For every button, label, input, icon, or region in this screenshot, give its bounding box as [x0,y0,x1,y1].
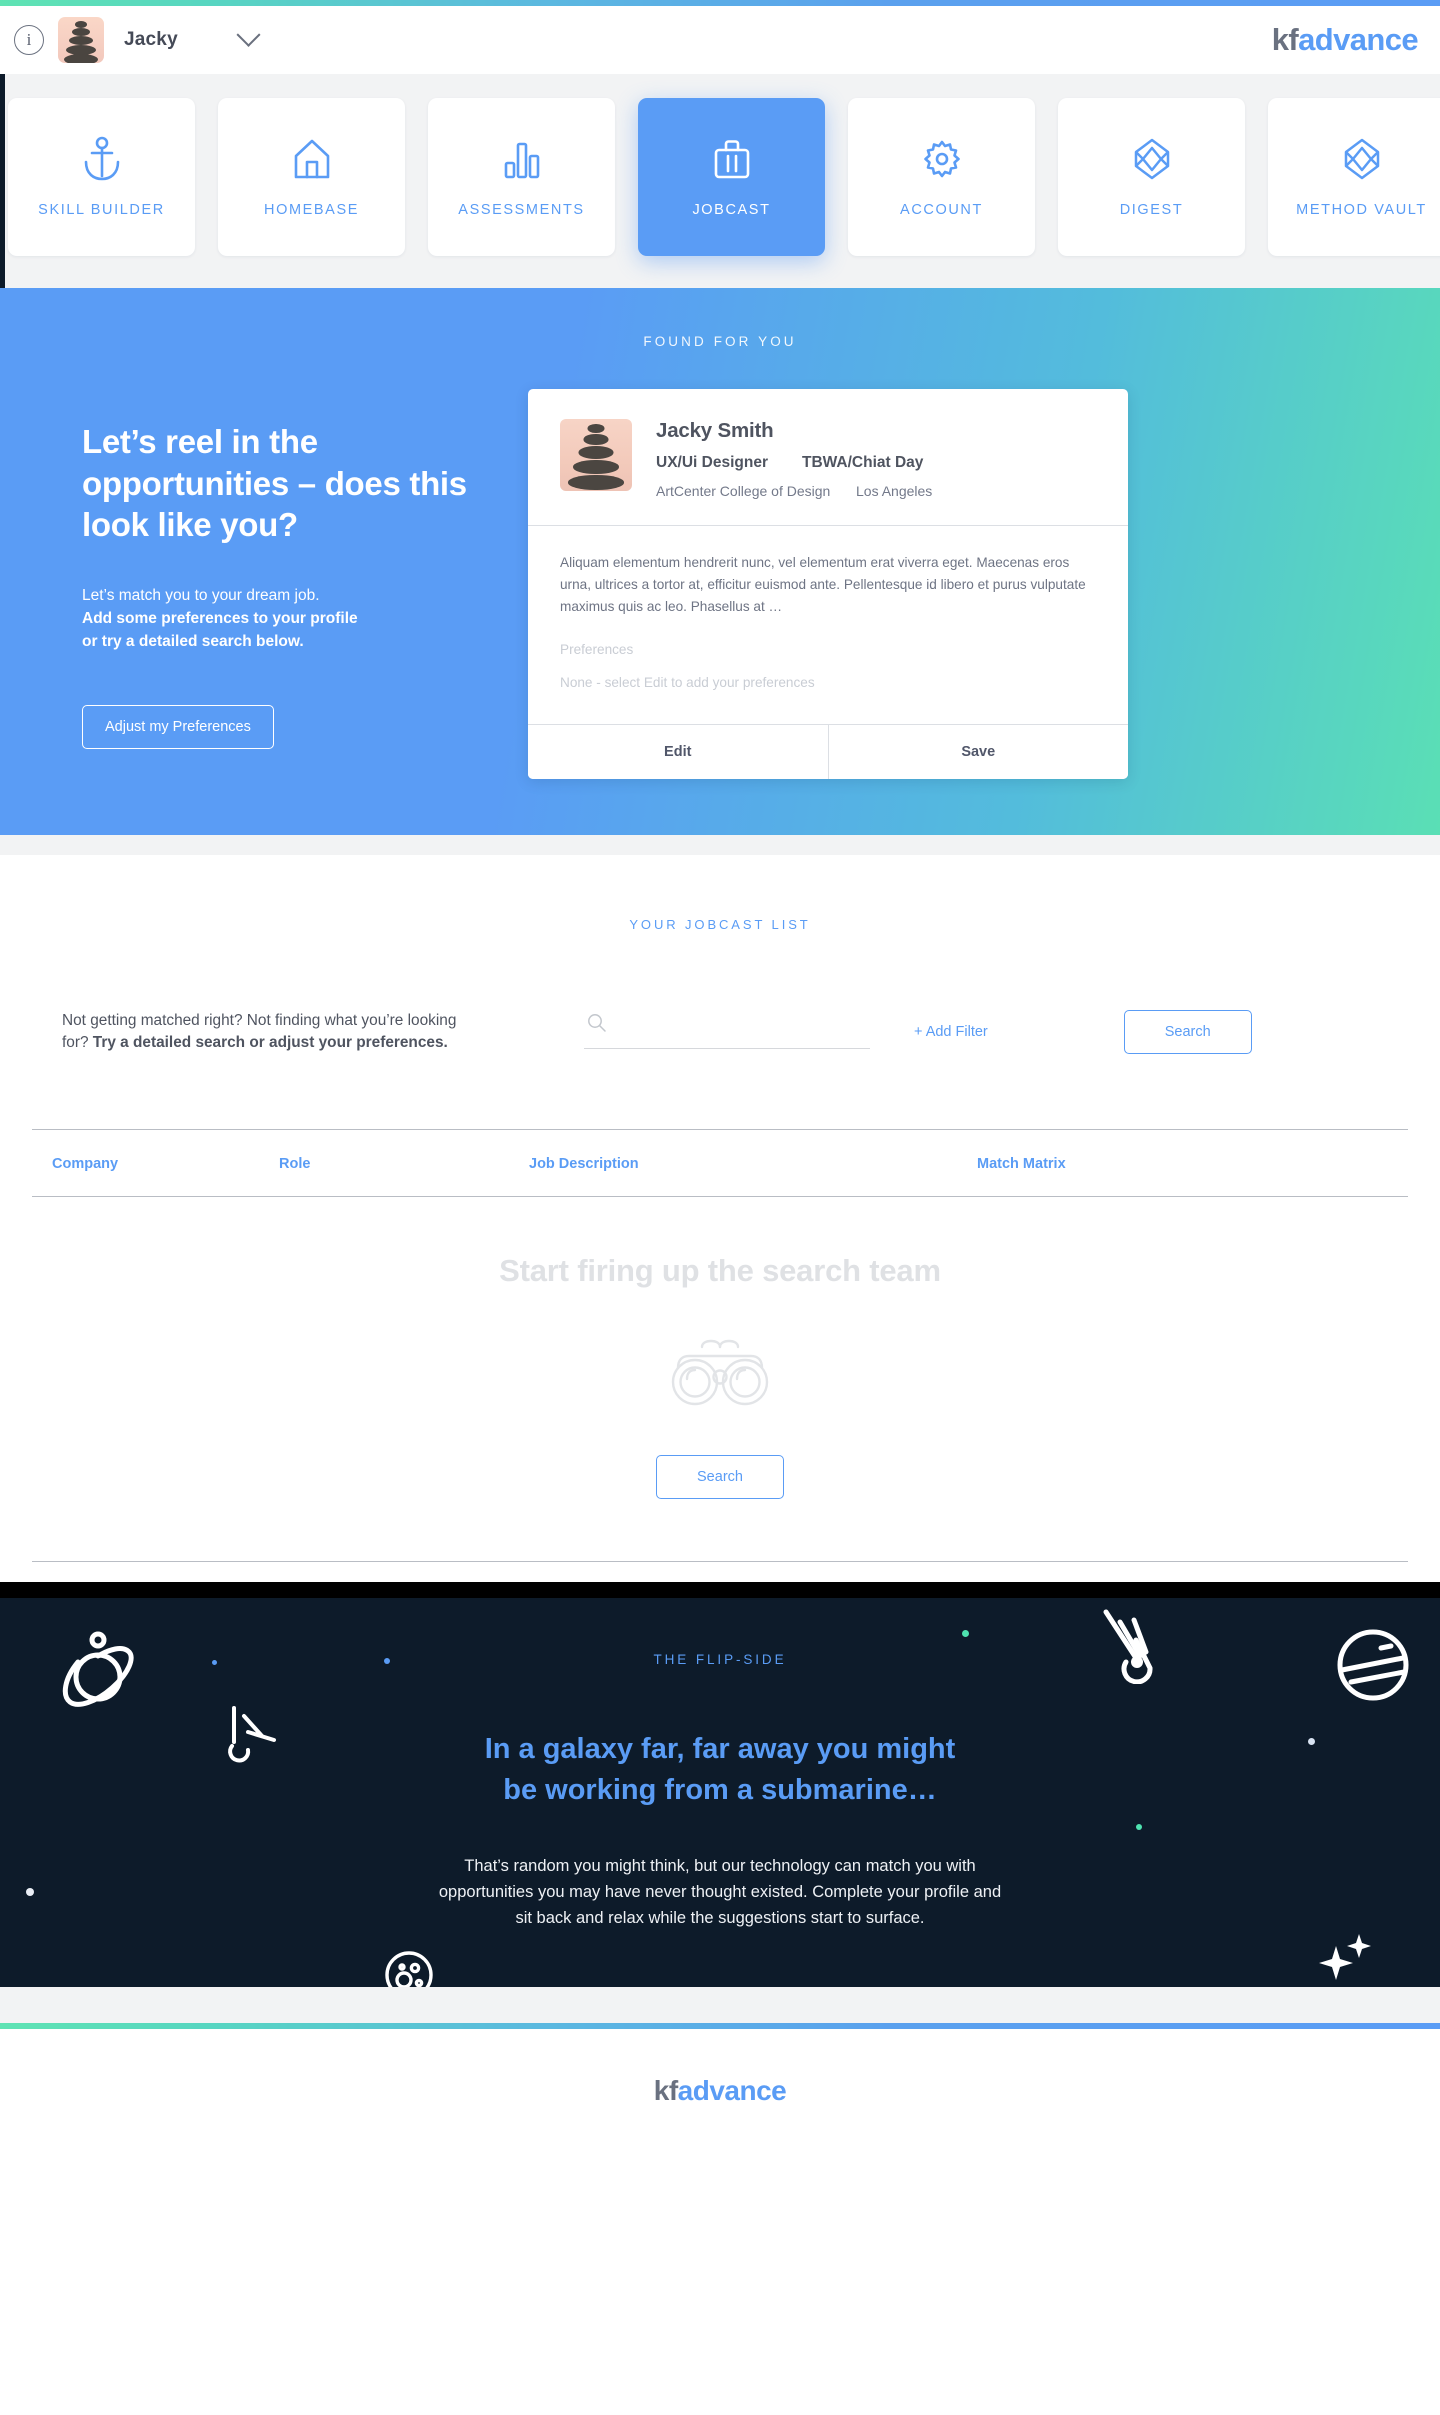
striped-planet-icon-2 [1334,1626,1412,1709]
footer-spacer [0,1987,1440,2024]
hero-sub-line3: or try a detailed search below. [82,633,304,651]
anchor-icon [80,136,124,182]
nav-tab-label: ACCOUNT [900,202,983,218]
jobcast-table: Company Role Job Description Match Matri… [0,1128,1440,1499]
home-icon [290,136,334,182]
nav-tab-method-vault[interactable]: METHOD VAULT [1268,98,1440,256]
empty-state-title: Start firing up the search team [499,1252,941,1288]
page-root: i Jacky kfadvance SKILL BUILDER HOMEBASE… [0,0,1440,2166]
preferences-label: Preferences [560,642,634,658]
nav-tab-jobcast[interactable]: JOBCAST [638,98,825,256]
flipside-title-line2: be working from a submarine… [503,1774,937,1807]
jobcast-eyebrow: YOUR JOBCAST LIST [629,917,811,933]
footer-brand-logo[interactable]: kfadvance [0,2075,1440,2107]
hero-title: Let’s reel in the opportunities – does t… [82,423,467,544]
column-header-job-description[interactable]: Job Description [529,1156,977,1172]
search-button[interactable]: Search [1123,1010,1252,1055]
column-header-company[interactable]: Company [52,1156,279,1172]
table-header-row: Company Role Job Description Match Matri… [32,1130,1408,1196]
footer-brand-prefix: kf [653,2075,678,2107]
flipside-eyebrow: THE FLIP-SIDE [653,1651,787,1667]
black-divider-band [0,1581,1440,1598]
user-name: Jacky [124,29,178,50]
flipside-section: THE FLIP-SIDE In a galaxy far, far away … [0,1597,1440,1988]
search-blurb-bold: Try a detailed search or adjust your pre… [92,1034,448,1052]
profile-bio: Aliquam elementum hendrerit nunc, vel el… [560,555,1086,615]
moon-icon [380,1946,438,1988]
nav-tab-label: ASSESSMENTS [458,202,585,218]
adjust-preferences-button[interactable]: Adjust my Preferences [82,705,274,750]
search-field [584,1013,870,1049]
nav-tab-label: SKILL BUILDER [38,202,165,218]
column-header-match-matrix[interactable]: Match Matrix [977,1156,1066,1172]
flipside-body: That’s random you might think, but our t… [438,1857,1002,1927]
profile-company: TBWA/Chiat Day [802,454,924,471]
diamond-cube-icon [1130,136,1174,182]
add-filter-button[interactable]: + Add Filter [914,1024,988,1040]
search-icon [586,1012,608,1039]
nav-tab-label: HOMEBASE [264,202,359,218]
gear-icon [920,136,964,182]
nav-tab-homebase[interactable]: HOMEBASE [218,98,405,256]
nav-tab-digest[interactable]: DIGEST [1058,98,1245,256]
save-button[interactable]: Save [827,725,1128,780]
nav-tab-label: DIGEST [1119,202,1184,218]
preferences-value: None - select Edit to add your preferenc… [560,675,815,691]
brand-logo[interactable]: kfadvance [1271,22,1419,58]
briefcase-icon [710,136,754,182]
profile-name: Jacky Smith [656,419,774,442]
profile-card: Jacky Smith UX/Ui Designer TBWA/Chiat Da… [528,389,1128,780]
hero-eyebrow: FOUND FOR YOU [643,334,797,349]
empty-state-search-button[interactable]: Search [656,1454,784,1499]
profile-role: UX/Ui Designer [656,454,768,471]
hero-banner: FOUND FOR YOU Let’s reel in the opportun… [0,288,1440,836]
sparkle-stars-icon [1318,1932,1376,1988]
diamond-cube-icon [1340,136,1384,182]
hero-sub-line2: Add some preferences to your profile [82,609,358,627]
table-bottom-rule [32,1560,1408,1562]
chevron-down-icon[interactable] [236,22,261,47]
edit-button[interactable]: Edit [528,725,828,780]
brand-prefix: kf [1271,22,1299,57]
binoculars-icon [32,1335,1408,1411]
bar-chart-icon [500,136,544,182]
flipside-title: In a galaxy far, far away you might be w… [0,1729,1440,1813]
main-nav: SKILL BUILDER HOMEBASE ASSESSMENTS JOBCA… [0,74,1440,288]
search-blurb: Not getting matched right? Not finding w… [62,1010,462,1055]
profile-photo [560,419,632,491]
nav-tab-label: METHOD VAULT [1296,202,1427,218]
flipside-title-line1: In a galaxy far, far away you might [484,1732,956,1765]
saturn-planet-icon [52,1622,148,1723]
profile-location: Los Angeles [856,483,933,499]
nav-tab-skill-builder[interactable]: SKILL BUILDER [8,98,195,256]
footer: kfadvance [0,2029,1440,2166]
info-icon[interactable]: i [14,25,44,55]
empty-state: Start firing up the search team Search [32,1197,1408,1499]
nav-tab-assessments[interactable]: ASSESSMENTS [428,98,615,256]
avatar[interactable] [58,17,104,63]
nav-tab-account[interactable]: ACCOUNT [848,98,1035,256]
comet-icon [1096,1606,1166,1689]
footer-brand-suffix: advance [677,2075,787,2107]
hero-subtitle: Let’s match you to your dream job. Add s… [82,584,502,654]
nav-tab-label: JOBCAST [692,202,771,218]
brand-suffix: advance [1298,22,1418,57]
profile-school: ArtCenter College of Design [656,483,831,499]
app-header: i Jacky kfadvance [0,6,1440,74]
section-spacer [0,835,1440,856]
jobcast-list-section: YOUR JOBCAST LIST Not getting matched ri… [0,855,1440,1562]
search-input[interactable] [584,1015,870,1049]
column-header-role[interactable]: Role [279,1156,529,1172]
hero-sub-line1: Let’s match you to your dream job. [82,586,320,604]
